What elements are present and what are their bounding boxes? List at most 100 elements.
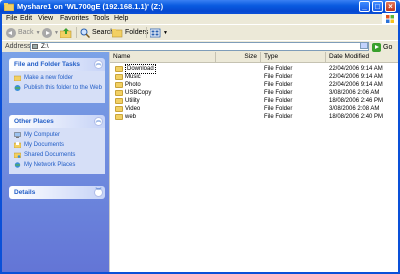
list-item[interactable]: Utility File Folder 18/08/2006 2:46 PM	[110, 97, 399, 105]
views-button[interactable]: ▼	[150, 27, 168, 38]
list-item[interactable]: Music File Folder 22/04/2006 9:14 AM	[110, 73, 399, 81]
details-title: Details	[14, 189, 36, 196]
folder-icon	[115, 66, 123, 72]
details-panel: Details ︾	[9, 186, 105, 199]
column-headers: Name Size Type Date Modified	[110, 52, 399, 63]
address-value: Z:\	[41, 43, 49, 50]
documents-folder-icon	[14, 142, 21, 148]
folders-button[interactable]: Folders	[112, 27, 148, 38]
go-arrow-icon	[372, 42, 381, 52]
place-my-network-places[interactable]: My Network Places	[9, 161, 105, 170]
list-item[interactable]: Photo File Folder 22/04/2006 9:14 AM	[110, 81, 399, 89]
address-label: Address	[5, 43, 31, 50]
list-item[interactable]: Video File Folder 3/08/2006 2:08 AM	[110, 105, 399, 113]
folders-label: Folders	[125, 29, 149, 36]
menu-help[interactable]: Help	[114, 15, 128, 22]
file-date: 18/08/2006 2:46 PM	[329, 98, 384, 104]
file-folder-tasks-header[interactable]: File and Folder Tasks ︽	[9, 58, 105, 71]
chevron-down-icon: ▼	[35, 29, 41, 36]
place-label: My Documents	[24, 142, 65, 148]
place-label: Shared Documents	[24, 152, 76, 158]
list-item[interactable]: Download File Folder 22/04/2006 9:14 AM	[110, 64, 399, 74]
folder-icon	[115, 82, 123, 88]
back-arrow-icon	[6, 27, 16, 38]
toolbar-divider	[76, 27, 77, 38]
search-button[interactable]: Search	[80, 27, 114, 38]
column-type[interactable]: Type	[261, 52, 326, 62]
column-date-modified[interactable]: Date Modified	[326, 52, 399, 62]
file-name: Video	[125, 106, 141, 112]
file-type: File Folder	[264, 90, 293, 96]
forward-button[interactable]: ▼	[42, 27, 59, 38]
menu-edit[interactable]: Edit	[20, 15, 32, 22]
place-my-computer[interactable]: My Computer	[9, 131, 105, 140]
task-publish-web[interactable]: Publish this folder to the Web	[9, 84, 105, 99]
file-date: 3/08/2006 2:06 AM	[329, 90, 380, 96]
file-folder-tasks-title: File and Folder Tasks	[14, 61, 80, 68]
file-type: File Folder	[264, 98, 293, 104]
folder-icon	[115, 74, 123, 80]
maximize-button[interactable]: □	[372, 1, 383, 12]
place-label: My Computer	[24, 132, 61, 138]
other-places-body: My Computer My Documents Shared Document…	[9, 128, 105, 174]
publish-web-icon	[14, 85, 21, 91]
up-folder-icon	[60, 27, 72, 38]
back-button[interactable]: Back ▼	[6, 27, 41, 38]
column-name[interactable]: Name	[110, 52, 216, 62]
details-header[interactable]: Details ︾	[9, 186, 105, 199]
file-date: 18/08/2006 2:40 PM	[329, 114, 384, 120]
column-size[interactable]: Size	[216, 52, 261, 62]
list-item[interactable]: web File Folder 18/08/2006 2:40 PM	[110, 113, 399, 121]
toolbar: Back ▼ ▼ Search Folders ▼	[0, 24, 400, 40]
file-name: USBCopy	[125, 90, 152, 96]
chevron-down-icon: ▼	[54, 29, 59, 36]
go-button[interactable]: Go	[372, 42, 392, 52]
file-name: Utility	[125, 98, 140, 104]
expand-chevron-icon[interactable]: ︾	[94, 188, 103, 197]
task-make-new-folder[interactable]: Make a new folder	[9, 74, 105, 83]
file-type: File Folder	[264, 74, 293, 80]
forward-arrow-icon	[42, 27, 52, 38]
menu-tools[interactable]: Tools	[93, 15, 109, 22]
folders-icon	[112, 28, 123, 37]
file-folder-tasks-panel: File and Folder Tasks ︽ Make a new folde…	[9, 58, 105, 103]
menu-bar: File Edit View Favorites Tools Help	[0, 14, 400, 24]
title-bar: Myshare1 on 'WL700gE (192.168.1.1)' (Z:)…	[0, 0, 400, 14]
file-type: File Folder	[264, 82, 293, 88]
file-name: web	[125, 114, 137, 120]
folder-icon	[115, 114, 123, 120]
search-icon	[80, 28, 90, 38]
task-label: Make a new folder	[24, 75, 74, 81]
menu-favorites[interactable]: Favorites	[60, 15, 89, 22]
menu-file[interactable]: File	[6, 15, 17, 22]
file-type: File Folder	[264, 114, 293, 120]
address-bar: Address Z:\ Go	[0, 40, 400, 52]
file-type: File Folder	[264, 106, 293, 112]
toolbar-divider	[146, 27, 147, 38]
collapse-chevron-icon[interactable]: ︽	[94, 117, 103, 126]
place-shared-documents[interactable]: Shared Documents	[9, 151, 105, 160]
minimize-button[interactable]: _	[359, 1, 370, 12]
menu-view[interactable]: View	[38, 15, 53, 22]
file-list: Name Size Type Date Modified Download Fi…	[109, 52, 399, 272]
other-places-header[interactable]: Other Places ︽	[9, 115, 105, 128]
list-item[interactable]: USBCopy File Folder 3/08/2006 2:06 AM	[110, 89, 399, 97]
file-folder-tasks-body: Make a new folder Publish this folder to…	[9, 71, 105, 103]
task-pane: File and Folder Tasks ︽ Make a new folde…	[2, 52, 109, 272]
file-name: Music	[125, 74, 141, 80]
address-dropdown-button[interactable]	[360, 42, 368, 49]
file-date: 22/04/2006 9:14 AM	[329, 66, 383, 72]
collapse-chevron-icon[interactable]: ︽	[94, 60, 103, 69]
up-folder-button[interactable]	[60, 27, 72, 38]
folder-icon	[4, 3, 14, 11]
new-folder-icon	[14, 75, 21, 81]
go-label: Go	[383, 43, 393, 51]
folder-icon	[115, 90, 123, 96]
close-button[interactable]: ×	[385, 1, 396, 12]
place-my-documents[interactable]: My Documents	[9, 141, 105, 150]
folder-icon	[115, 98, 123, 104]
file-date: 22/04/2006 9:14 AM	[329, 74, 383, 80]
other-places-title: Other Places	[14, 118, 54, 125]
address-input[interactable]: Z:\	[30, 42, 369, 51]
window-title: Myshare1 on 'WL700gE (192.168.1.1)' (Z:)	[17, 2, 164, 11]
